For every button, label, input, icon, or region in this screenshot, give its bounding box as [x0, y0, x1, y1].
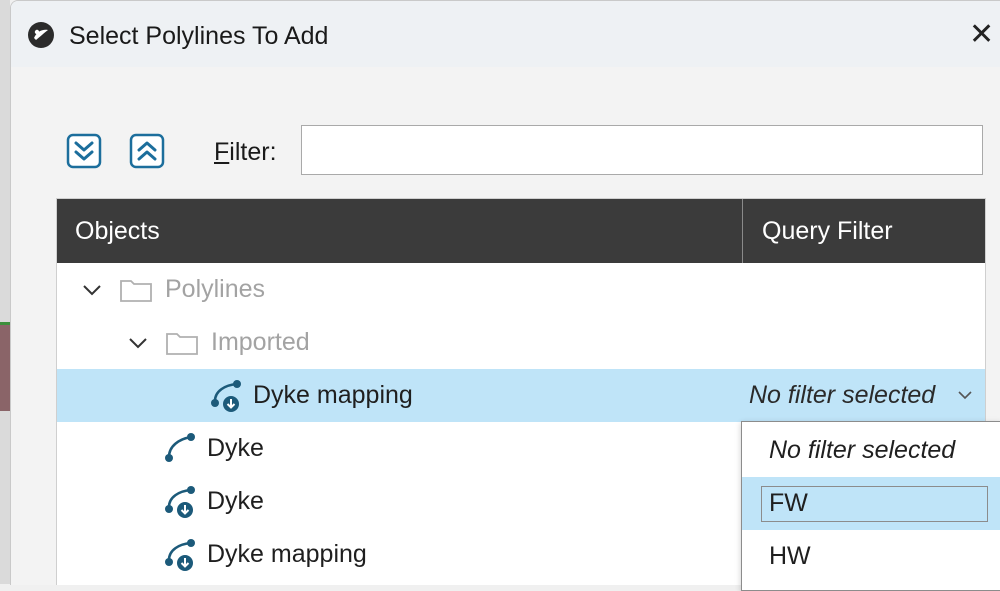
- query-filter-dropdown[interactable]: No filter selected: [749, 369, 935, 422]
- title-bar[interactable]: Select Polylines To Add ✕: [11, 1, 1000, 67]
- tree-item-label: Imported: [211, 328, 310, 356]
- chevron-down-icon[interactable]: [81, 279, 103, 301]
- option-fw[interactable]: FW: [742, 477, 1000, 530]
- tree-item-label: Dyke mapping: [253, 381, 413, 409]
- option-hw[interactable]: HW: [742, 530, 1000, 583]
- background-panel: [0, 325, 10, 411]
- chevron-down-icon[interactable]: [957, 389, 973, 401]
- polyline-icon: [165, 433, 195, 462]
- folder-icon: [166, 333, 198, 355]
- tree-item-label: Dyke: [207, 434, 264, 462]
- app-logo-icon: [28, 22, 54, 48]
- column-header-objects[interactable]: Objects: [57, 199, 742, 263]
- folder-icon: [120, 280, 152, 302]
- option-label: FW: [769, 489, 808, 517]
- imported-polyline-icon: [165, 539, 195, 571]
- dialog-title: Select Polylines To Add: [69, 22, 329, 50]
- tree-item-label: Dyke mapping: [207, 540, 367, 568]
- option-no-filter-selected[interactable]: No filter selected: [742, 424, 1000, 477]
- tree-item-label: Polylines: [165, 275, 266, 303]
- collapse-all-button[interactable]: [129, 133, 165, 169]
- expand-all-button[interactable]: [66, 133, 102, 169]
- filter-label: Filter:: [214, 138, 277, 166]
- tree-row-imported[interactable]: Imported: [57, 316, 985, 369]
- chevron-down-icon[interactable]: [127, 332, 149, 354]
- background-app-edge: [0, 0, 10, 584]
- filter-input[interactable]: [301, 125, 983, 175]
- column-header-query-filter[interactable]: Query Filter: [743, 199, 985, 263]
- imported-polyline-icon: [211, 380, 241, 412]
- query-filter-options-list: No filter selected FW HW: [741, 421, 1000, 591]
- imported-polyline-icon: [165, 486, 195, 518]
- close-button[interactable]: ✕: [969, 13, 1000, 57]
- tree-row-polylines[interactable]: Polylines: [57, 263, 985, 316]
- table-header: Objects Query Filter: [57, 199, 985, 263]
- close-icon: ✕: [969, 18, 995, 51]
- tree-row-dyke-mapping-selected[interactable]: Dyke mapping No filter selected: [57, 369, 985, 422]
- tree-item-label: Dyke: [207, 487, 264, 515]
